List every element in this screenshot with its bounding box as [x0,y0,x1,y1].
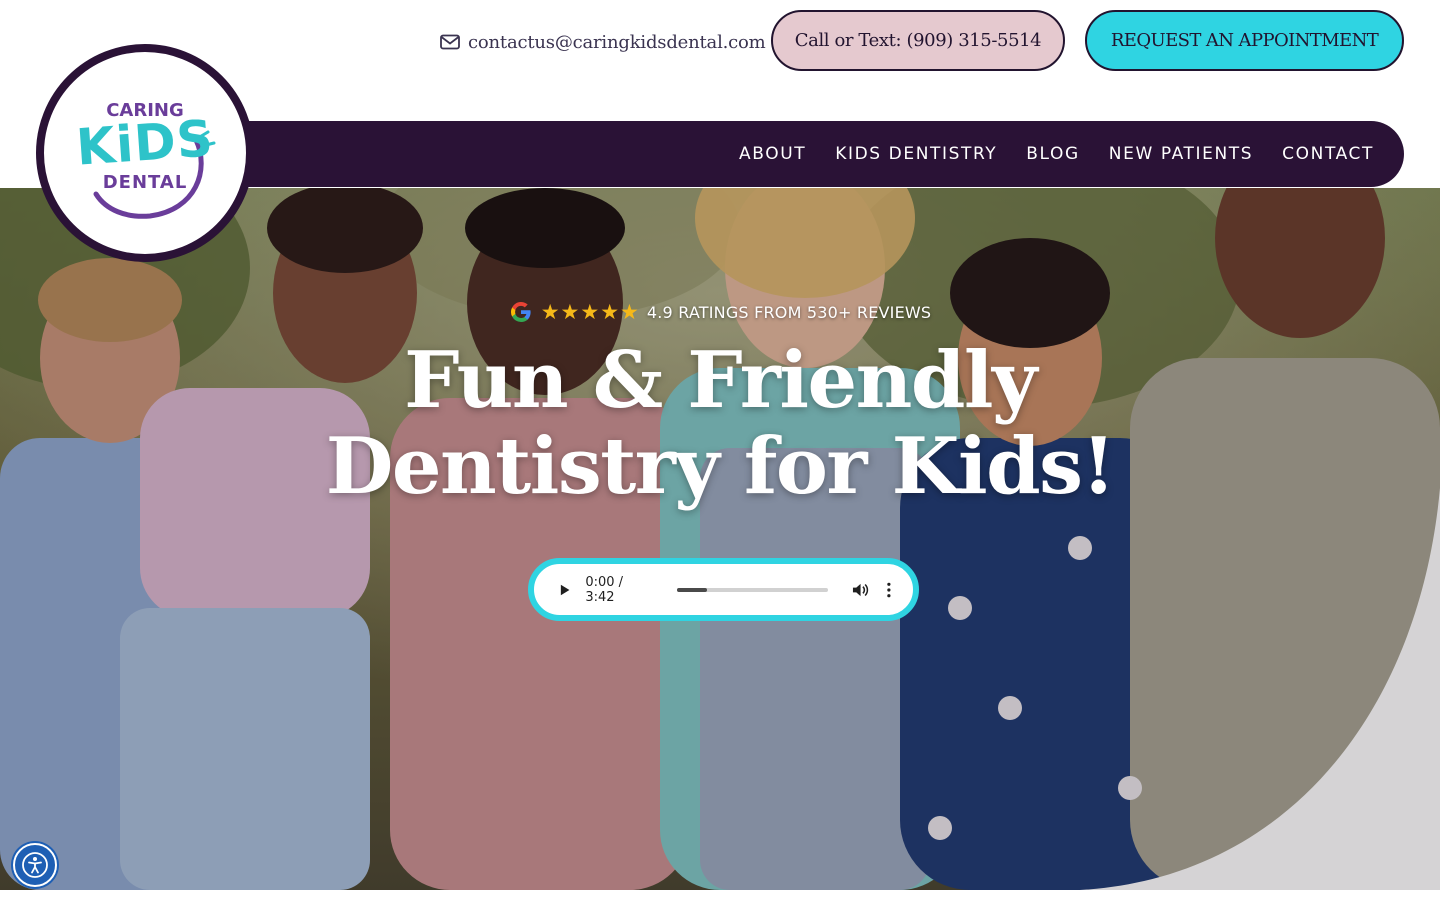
rating-summary: ★ ★ ★ ★ ★ 4.9 RATINGS FROM 530+ REVIEWS [0,299,1440,325]
logo-dental-text: DENTAL [102,172,188,193]
envelope-icon [440,34,460,50]
audio-time: 0:00 / 3:42 [585,574,624,605]
main-nav: ABOUT KIDS DENTISTRY BLOG NEW PATIENTS C… [200,121,1404,187]
nav-item-contact[interactable]: CONTACT [1282,144,1374,164]
nav-item-kids-dentistry[interactable]: KIDS DENTISTRY [835,144,997,164]
star-icon: ★ [580,300,600,324]
audio-controls: 0:00 / 3:42 [558,564,891,615]
hero-section [0,188,1440,890]
accessibility-button[interactable] [13,843,57,887]
call-or-text-button[interactable]: Call or Text: (909) 315-5514 [771,10,1065,71]
play-icon[interactable] [558,583,571,597]
nav-item-new-patients[interactable]: NEW PATIENTS [1109,144,1253,164]
hero-title-line1: Fun & Friendly [404,335,1037,426]
accessibility-icon [22,852,48,878]
star-icon: ★ [560,300,580,324]
audio-buffered-bar [676,587,708,592]
site-logo[interactable]: CARING KiDS DENTAL [36,44,254,262]
nav-items: ABOUT KIDS DENTISTRY BLOG NEW PATIENTS C… [739,121,1374,187]
google-icon [510,301,531,322]
email-link[interactable]: contactus@caringkidsdental.com [440,28,766,56]
hero-title-line2: Dentistry for Kids! [325,421,1116,512]
request-appointment-button[interactable]: REQUEST AN APPOINTMENT [1085,10,1404,71]
more-vertical-icon[interactable] [887,582,891,598]
volume-icon[interactable] [852,582,869,598]
star-rating: ★ ★ ★ ★ ★ [541,302,639,323]
hero-title: Fun & Friendly Dentistry for Kids! [0,338,1440,510]
nav-item-blog[interactable]: BLOG [1026,144,1079,164]
star-icon: ★ [600,300,620,324]
star-icon: ★ [620,300,639,324]
nav-item-about[interactable]: ABOUT [739,144,806,164]
email-text: contactus@caringkidsdental.com [468,31,766,53]
rating-text: 4.9 RATINGS FROM 530+ REVIEWS [646,302,932,322]
audio-progress-slider[interactable] [676,587,829,592]
audio-player: 0:00 / 3:42 [528,558,919,621]
star-icon: ★ [540,300,560,324]
hero-overlay [0,188,1440,890]
